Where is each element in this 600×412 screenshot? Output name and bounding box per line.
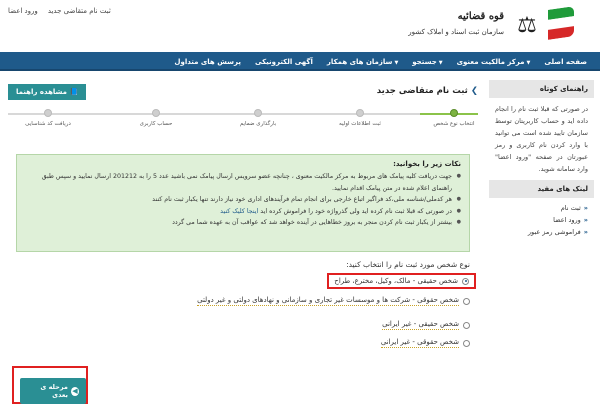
sidebar-link-forgot-password[interactable]: «فراموشی رمز عبور bbox=[495, 226, 588, 238]
logo-title: قوه قضائیه bbox=[457, 11, 504, 22]
right-sidebar: راهنمای کوتاه در صورتی که قبلا ثبت نام ر… bbox=[489, 80, 594, 242]
caret-down-icon: ▼ bbox=[438, 59, 443, 66]
chevron-left-icon: « bbox=[583, 216, 588, 224]
nav-item-e-notice[interactable]: آگهی الکترونیکی bbox=[248, 58, 320, 66]
guide-text: در صورتی که قبلا ثبت نام را انجام داده ا… bbox=[495, 105, 588, 173]
logo-subtitle: سازمان ثبت اسناد و املاک کشور bbox=[408, 28, 504, 36]
notice-item: جهت دریافت کلیه پیامک های مربوط به مرکز … bbox=[25, 171, 461, 194]
top-link-login[interactable]: ورود اعضا bbox=[8, 7, 38, 15]
arrow-left-icon: ◀ bbox=[70, 386, 79, 396]
next-step-button[interactable]: ◀ مرحله ی بعدی bbox=[20, 378, 86, 404]
site-header: ورود اعضا ثبت نام متقاضی جدید ⚖ قوه قضائ… bbox=[0, 0, 600, 52]
step-initial-info: ثبت اطلاعات اولیه bbox=[330, 109, 390, 127]
step-user-account: حساب کاربری bbox=[126, 109, 186, 127]
site-logo[interactable]: ⚖ قوه قضائیه سازمان ثبت اسناد و املاک کش… bbox=[402, 2, 592, 50]
nav-item-partners[interactable]: ▼سازمان های همکار bbox=[320, 58, 405, 66]
person-type-option-legal[interactable]: شخص حقوقی - شرکت ها و موسسات غیر تجاری و… bbox=[197, 296, 470, 306]
chevron-left-icon: « bbox=[583, 204, 588, 212]
radio-icon[interactable] bbox=[463, 339, 470, 347]
page-title: ❯ثبت نام متقاضی جدید bbox=[376, 86, 478, 96]
step-id-code: دریافت کد شناسایی bbox=[18, 109, 78, 127]
view-guide-button[interactable]: 📘 مشاهده راهنما bbox=[8, 84, 87, 100]
caret-down-icon: ▼ bbox=[394, 59, 399, 66]
person-type-question: نوع شخص مورد ثبت نام را انتخاب کنید: bbox=[346, 260, 470, 269]
nav-item-faq[interactable]: پرسش های متداول bbox=[167, 58, 248, 66]
chevron-left-icon: « bbox=[583, 228, 588, 236]
sidebar-link-login[interactable]: «ورود اعضا bbox=[495, 214, 588, 226]
caret-down-icon: ▼ bbox=[526, 59, 531, 66]
sidebar-link-register[interactable]: «ثبت نام bbox=[495, 202, 588, 214]
step-person-type: انتخاب نوع شخص bbox=[424, 109, 484, 127]
notice-box: نکات زیر را بخوانید: جهت دریافت کلیه پیا… bbox=[16, 154, 470, 252]
guide-title: راهنمای کوتاه bbox=[489, 80, 594, 98]
notice-item: در صورتی که قبلا ثبت نام کرده اید ولی گذ… bbox=[25, 206, 461, 218]
useful-links-title: لینک های مفید bbox=[489, 180, 594, 198]
iran-flag-icon bbox=[548, 6, 574, 40]
main-content: ❯ثبت نام متقاضی جدید 📘 مشاهده راهنما انت… bbox=[8, 80, 478, 410]
main-nav: صفحه اصلی ▼مرکز مالکیت معنوی ▼جستجو ▼ساز… bbox=[0, 52, 600, 71]
step-attachments: بارگذاری ضمایم bbox=[228, 109, 288, 127]
justice-emblem-icon: ⚖ bbox=[517, 13, 537, 38]
nav-item-search[interactable]: ▼جستجو bbox=[405, 58, 449, 66]
notice-item: هر کدملی/شناسه ملی،کد فراگیر اتباع خارجی… bbox=[25, 194, 461, 206]
person-type-option-foreign-natural[interactable]: شخص حقیقی - غیر ایرانی bbox=[382, 320, 470, 330]
click-here-link[interactable]: اینجا کلیک کنید bbox=[220, 208, 258, 215]
top-links: ورود اعضا ثبت نام متقاضی جدید bbox=[8, 7, 111, 15]
notice-item: بیشتر از یکبار ثبت نام کردن منجر به بروز… bbox=[25, 217, 461, 229]
radio-icon[interactable] bbox=[463, 297, 470, 305]
radio-icon[interactable] bbox=[463, 321, 470, 329]
useful-links: «ثبت نام «ورود اعضا «فراموشی رمز عبور bbox=[489, 198, 594, 242]
radio-selected-icon[interactable] bbox=[462, 277, 469, 285]
notice-title: نکات زیر را بخوانید: bbox=[393, 160, 461, 168]
person-type-option-foreign-legal[interactable]: شخص حقوقی - غیر ایرانی bbox=[380, 338, 470, 348]
person-type-option-natural[interactable]: شخص حقیقی - مالک، وکیل، مخترع، طراح bbox=[327, 273, 476, 289]
nav-item-ip-center[interactable]: ▼مرکز مالکیت معنوی bbox=[450, 58, 538, 66]
nav-item-home[interactable]: صفحه اصلی bbox=[537, 58, 594, 66]
next-button-highlight: ◀ مرحله ی بعدی bbox=[12, 366, 88, 404]
chevron-left-icon: ❯ bbox=[470, 86, 478, 96]
top-link-register[interactable]: ثبت نام متقاضی جدید bbox=[48, 7, 111, 15]
